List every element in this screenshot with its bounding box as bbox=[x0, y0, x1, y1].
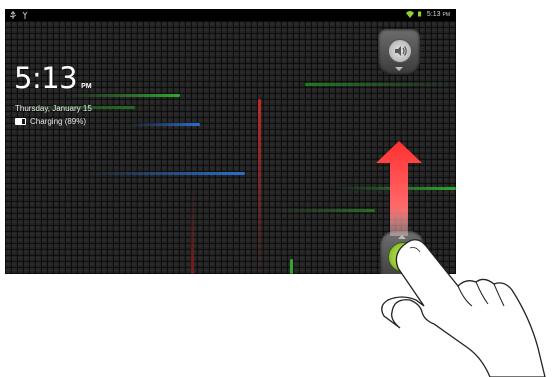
green-light-streak bbox=[305, 83, 456, 86]
battery-icon bbox=[417, 11, 422, 17]
blue-light-streak bbox=[130, 123, 200, 126]
lockscreen-clock: 5:13 PM bbox=[14, 61, 92, 95]
swipe-up-arrow-icon bbox=[376, 141, 422, 236]
status-time: 5:13 PM bbox=[426, 10, 450, 18]
green-light-streak bbox=[290, 259, 293, 274]
green-light-streak bbox=[275, 209, 375, 212]
lockscreen-date: Thursday, January 15 bbox=[15, 104, 92, 113]
red-light-streak bbox=[258, 99, 261, 274]
charging-text: Charging (89%) bbox=[30, 117, 87, 126]
debug-icon bbox=[22, 11, 28, 19]
sound-toggle-button[interactable] bbox=[378, 29, 420, 75]
blue-light-streak bbox=[85, 172, 245, 175]
battery-charging-icon bbox=[15, 118, 26, 125]
red-light-streak bbox=[191, 189, 194, 274]
chevron-down-icon bbox=[395, 67, 403, 71]
clock-ampm: PM bbox=[81, 83, 92, 90]
pointing-hand-icon bbox=[381, 239, 546, 377]
speaker-icon bbox=[388, 39, 412, 63]
status-bar: 5:13 PM bbox=[5, 9, 456, 21]
clock-time: 5:13 bbox=[14, 61, 78, 95]
usb-icon bbox=[9, 11, 17, 19]
charging-status: Charging (89%) bbox=[15, 117, 86, 126]
wifi-icon bbox=[405, 11, 414, 18]
